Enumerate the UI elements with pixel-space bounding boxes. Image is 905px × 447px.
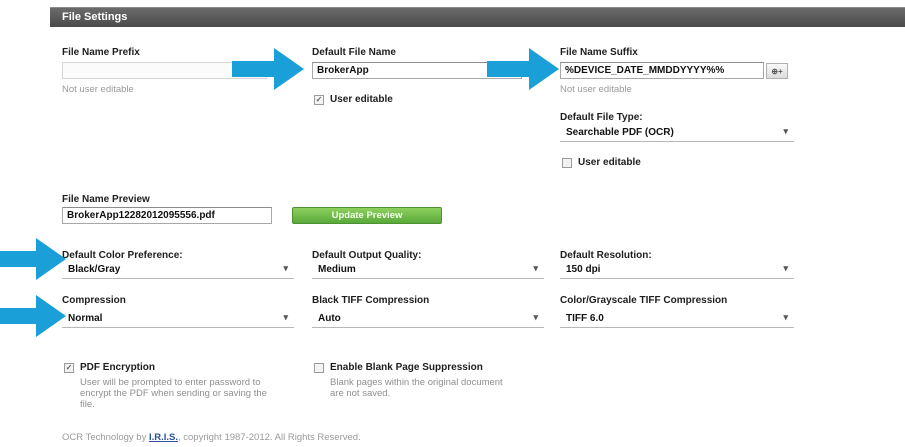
ocr-footer: OCR Technology by I.R.I.S., copyright 19…: [62, 432, 361, 443]
black-tiff-select[interactable]: Auto ▾: [312, 310, 544, 328]
default-name-editable-row[interactable]: ✓ User editable: [314, 94, 393, 105]
suffix-label: File Name Suffix: [560, 47, 638, 58]
color-pref-value: Black/Gray: [68, 264, 121, 275]
preview-field: BrokerApp12282012095556.pdf: [62, 207, 272, 224]
chevron-down-icon: ▾: [283, 263, 288, 273]
pdf-encryption-description: User will be prompted to enter password …: [80, 377, 267, 410]
file-settings-panel: File Settings File Name Prefix Not user …: [0, 0, 905, 447]
prefix-note: Not user editable: [62, 84, 134, 95]
footer-suffix: , copyright 1987-2012. All Rights Reserv…: [178, 432, 361, 443]
compression-value: Normal: [68, 313, 103, 324]
update-preview-label: Update Preview: [331, 210, 403, 221]
insert-token-icon: ⊕+: [771, 66, 783, 76]
resolution-label: Default Resolution:: [560, 250, 652, 261]
section-header: File Settings: [50, 7, 905, 27]
suffix-input[interactable]: %DEVICE_DATE_MMDDYYYY%%: [560, 62, 764, 79]
output-quality-select[interactable]: Medium ▾: [312, 261, 544, 279]
resolution-select[interactable]: 150 dpi ▾: [560, 261, 794, 279]
pointer-arrow-icon: [0, 295, 66, 337]
suffix-insert-button[interactable]: ⊕+: [766, 63, 788, 79]
black-tiff-value: Auto: [318, 313, 341, 324]
pdf-encryption-checkbox[interactable]: ✓: [64, 362, 74, 373]
file-type-value: Searchable PDF (OCR): [566, 127, 674, 138]
chevron-down-icon: ▾: [783, 126, 788, 136]
blank-page-checkbox[interactable]: [314, 362, 324, 373]
compression-label: Compression: [62, 295, 126, 306]
section-title: File Settings: [62, 11, 128, 23]
output-quality-label: Default Output Quality:: [312, 250, 422, 261]
color-tiff-select[interactable]: TIFF 6.0 ▾: [560, 310, 794, 328]
pdf-encryption-row[interactable]: ✓ PDF Encryption: [64, 362, 155, 373]
iris-link[interactable]: I.R.I.S.: [149, 432, 178, 443]
color-tiff-label: Color/Grayscale TIFF Compression: [560, 295, 728, 306]
suffix-note: Not user editable: [560, 84, 632, 95]
default-name-label: Default File Name: [312, 47, 396, 58]
blank-page-label: Enable Blank Page Suppression: [330, 362, 483, 373]
update-preview-button[interactable]: Update Preview: [292, 207, 442, 224]
file-type-editable-checkbox[interactable]: [562, 157, 572, 168]
blank-page-description: Blank pages within the original document…: [330, 377, 503, 399]
resolution-value: 150 dpi: [566, 264, 601, 275]
chevron-down-icon: ▾: [533, 312, 538, 322]
prefix-label: File Name Prefix: [62, 47, 140, 58]
footer-prefix: OCR Technology by: [62, 432, 149, 443]
file-type-editable-label: User editable: [578, 157, 641, 168]
file-type-label: Default File Type:: [560, 112, 643, 123]
preview-label: File Name Preview: [62, 194, 150, 205]
pointer-arrow-icon: [487, 48, 559, 90]
pointer-arrow-icon: [0, 238, 66, 280]
chevron-down-icon: ▾: [533, 263, 538, 273]
chevron-down-icon: ▾: [783, 263, 788, 273]
black-tiff-label: Black TIFF Compression: [312, 295, 430, 306]
pointer-arrow-icon: [232, 48, 304, 90]
output-quality-value: Medium: [318, 264, 356, 275]
chevron-down-icon: ▾: [783, 312, 788, 322]
file-type-select[interactable]: Searchable PDF (OCR) ▾: [560, 124, 794, 142]
default-name-editable-label: User editable: [330, 94, 393, 105]
color-pref-label: Default Color Preference:: [62, 250, 183, 261]
file-type-editable-row[interactable]: User editable: [562, 157, 641, 168]
color-tiff-value: TIFF 6.0: [566, 313, 604, 324]
blank-page-row[interactable]: Enable Blank Page Suppression: [314, 362, 483, 373]
chevron-down-icon: ▾: [283, 312, 288, 322]
pdf-encryption-label: PDF Encryption: [80, 362, 156, 373]
compression-select[interactable]: Normal ▾: [62, 310, 294, 328]
default-name-editable-checkbox[interactable]: ✓: [314, 94, 324, 105]
color-pref-select[interactable]: Black/Gray ▾: [62, 261, 294, 279]
